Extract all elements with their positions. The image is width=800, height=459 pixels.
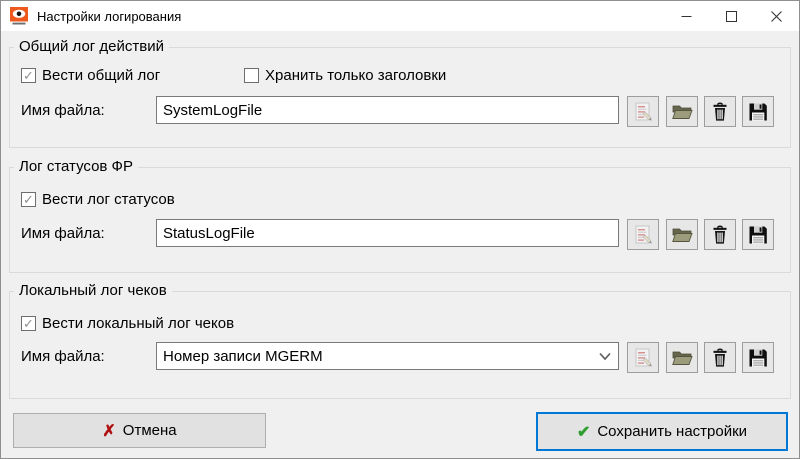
close-icon: [771, 10, 782, 22]
view-log-button[interactable]: [627, 219, 659, 250]
save-log-file-button[interactable]: [742, 342, 774, 373]
filename-label: Имя файла:: [21, 225, 105, 242]
chevron-down-icon[interactable]: [599, 352, 611, 361]
checkbox-box: [21, 192, 36, 207]
trash-icon: [713, 225, 727, 244]
delete-log-button[interactable]: [704, 219, 736, 250]
app-logo-icon: [10, 7, 28, 25]
delete-log-button[interactable]: [704, 342, 736, 373]
floppy-icon: [749, 103, 767, 120]
green-check-icon: ✔: [576, 423, 591, 441]
checkbox-box: [21, 68, 36, 83]
close-button[interactable]: [754, 1, 799, 31]
folder-open-icon: [672, 228, 693, 242]
save-log-file-button[interactable]: [742, 219, 774, 250]
window-title: Настройки логирования: [37, 8, 182, 24]
status-log-filename-input[interactable]: [156, 219, 619, 247]
browse-folder-button[interactable]: [666, 342, 698, 373]
filename-label: Имя файла:: [21, 102, 105, 119]
maximize-icon: [726, 10, 737, 22]
minimize-button[interactable]: [664, 1, 709, 31]
folder-open-icon: [672, 351, 693, 365]
notes-icon: [635, 348, 652, 367]
title-bar: Настройки логирования: [1, 1, 799, 31]
folder-open-icon: [672, 105, 693, 119]
group-title: Лог статусов ФР: [14, 158, 138, 175]
group-title: Локальный лог чеков: [14, 282, 172, 299]
checkbox-label: Вести общий лог: [42, 67, 161, 84]
floppy-icon: [749, 226, 767, 243]
checkbox-keep-status-log[interactable]: Вести лог статусов: [21, 191, 175, 208]
notes-icon: [635, 102, 652, 121]
minimize-icon: [681, 15, 692, 17]
red-x-icon: ✗: [102, 422, 116, 440]
filename-label: Имя файла:: [21, 348, 105, 365]
floppy-icon: [749, 349, 767, 366]
cancel-button-label: Отмена: [122, 422, 177, 439]
receipt-log-combobox[interactable]: [156, 342, 619, 370]
save-settings-button[interactable]: ✔ Сохранить настройки: [536, 412, 788, 451]
checkbox-label: Вести локальный лог чеков: [42, 315, 235, 332]
view-log-button[interactable]: [627, 96, 659, 127]
browse-folder-button[interactable]: [666, 96, 698, 127]
view-log-button[interactable]: [627, 342, 659, 373]
notes-icon: [635, 225, 652, 244]
delete-log-button[interactable]: [704, 96, 736, 127]
checkbox-box: [244, 68, 259, 83]
checkbox-box: [21, 316, 36, 331]
checkbox-label: Вести лог статусов: [42, 191, 175, 208]
group-title: Общий лог действий: [14, 38, 169, 55]
logging-settings-window: Настройки логирования Общий лог действий…: [0, 0, 800, 459]
save-log-file-button[interactable]: [742, 96, 774, 127]
checkbox-keep-local-receipt-log[interactable]: Вести локальный лог чеков: [21, 315, 234, 332]
trash-icon: [713, 102, 727, 121]
general-log-filename-input[interactable]: [156, 96, 619, 124]
checkbox-store-headers-only[interactable]: Хранить только заголовки: [244, 67, 446, 84]
save-settings-button-label: Сохранить настройки: [597, 423, 748, 440]
browse-folder-button[interactable]: [666, 219, 698, 250]
checkbox-label: Хранить только заголовки: [265, 67, 447, 84]
checkbox-keep-general-log[interactable]: Вести общий лог: [21, 67, 160, 84]
receipt-log-combobox-input[interactable]: [156, 342, 619, 370]
cancel-button[interactable]: ✗ Отмена: [13, 413, 266, 448]
trash-icon: [713, 348, 727, 367]
maximize-button[interactable]: [709, 1, 754, 31]
